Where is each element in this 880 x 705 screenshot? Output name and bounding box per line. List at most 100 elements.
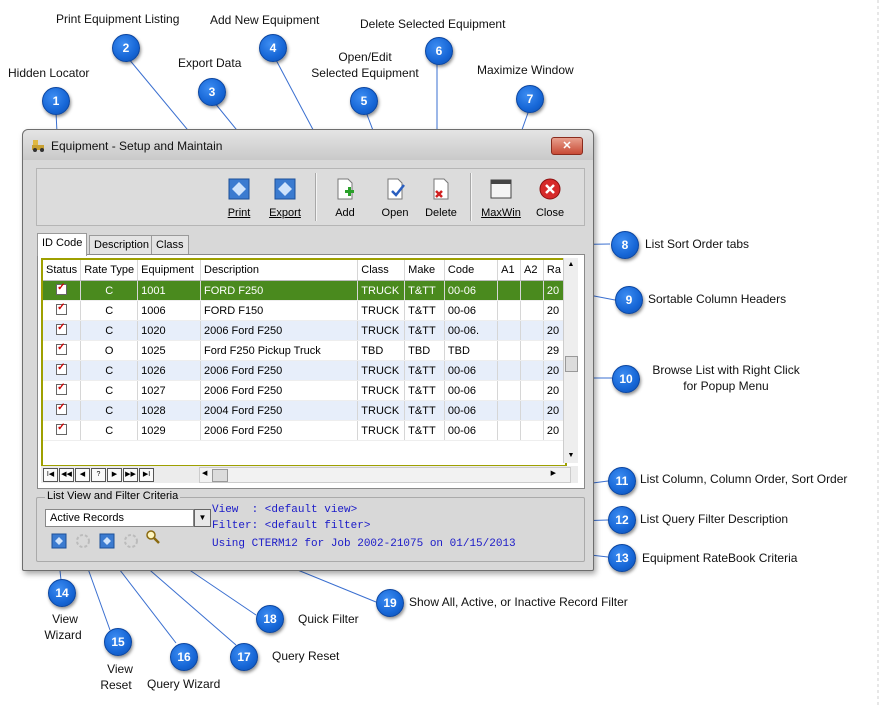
print-button[interactable]: Print [217, 173, 261, 221]
cell-description: FORD F250 [200, 280, 359, 301]
tab-id-code[interactable]: ID Code [37, 233, 88, 256]
cell-make: T&TT [404, 360, 445, 381]
query-wizard-icon[interactable] [99, 533, 115, 549]
status-checkbox[interactable] [56, 422, 68, 435]
cell-a1 [497, 420, 521, 441]
cell-a1 [497, 300, 521, 321]
status-checkbox[interactable] [56, 382, 68, 395]
horizontal-scrollbar[interactable]: ◀ ▶ [199, 467, 571, 483]
tab-class[interactable]: Class [151, 235, 189, 255]
cell-ra: 20 [543, 320, 566, 341]
table-row[interactable]: C1001FORD F250TRUCKT&TT00-06 20 [43, 280, 566, 301]
callout-17-badge: 17 [230, 643, 258, 671]
locate-button[interactable]: ? [91, 468, 106, 482]
view-wizard-icon[interactable] [51, 533, 67, 549]
export-label: Export [269, 207, 301, 219]
cell-code: 00-06 [444, 280, 499, 301]
col-header-status[interactable]: Status [43, 260, 82, 281]
close-button[interactable]: Close [528, 173, 572, 221]
horizontal-scroll-thumb[interactable] [212, 469, 228, 482]
open-button[interactable]: Open [373, 173, 417, 221]
quick-filter-search-icon[interactable] [145, 529, 161, 545]
callout-14-label-line1: View [52, 612, 78, 626]
table-row[interactable]: O1025Ford F250 Pickup TruckTBDTBDTBD29 [43, 340, 566, 361]
cell-status [43, 320, 82, 341]
scroll-left-arrow-icon[interactable]: ◀ [202, 469, 207, 477]
callout-13-label: Equipment RateBook Criteria [642, 551, 798, 565]
scroll-down-arrow-icon[interactable]: ▼ [564, 449, 578, 463]
last-record-button[interactable]: ▶I [139, 468, 154, 482]
next-record-button[interactable]: ▶ [107, 468, 122, 482]
vertical-scroll-thumb[interactable] [565, 356, 578, 372]
status-checkbox[interactable] [56, 282, 68, 295]
tab-description[interactable]: Description [89, 235, 155, 255]
callout-16-badge: 16 [170, 643, 198, 671]
status-checkbox[interactable] [56, 302, 68, 315]
table-row[interactable]: C10292006 Ford F250TRUCKT&TT00-06 20 [43, 420, 566, 441]
cell-rate-type: C [80, 400, 139, 421]
cell-a2 [520, 400, 544, 421]
status-checkbox[interactable] [56, 362, 68, 375]
chevron-down-icon[interactable]: ▼ [194, 509, 211, 527]
callout-5-label-line1: Open/Edit [338, 50, 392, 64]
callout-6-badge: 6 [425, 37, 453, 65]
status-checkbox[interactable] [56, 322, 68, 335]
export-icon [274, 178, 296, 200]
record-navigation-bar: I◀ ◀◀ ◀? ▶ ▶▶ ▶I ◀ ▶ [41, 466, 578, 483]
cell-equipment: 1006 [137, 300, 201, 321]
col-header-a2[interactable]: A2 [520, 260, 544, 281]
scroll-right-arrow-icon[interactable]: ▶ [551, 469, 556, 477]
scroll-up-arrow-icon[interactable]: ▲ [564, 258, 578, 272]
table-row[interactable]: C10282004 Ford F250TRUCKT&TT00-06 20 [43, 400, 566, 421]
list-view-filter-criteria: List View and Filter Criteria Active Rec… [36, 490, 585, 562]
callout-15-label-line1: View [107, 662, 133, 676]
col-header-rate-type[interactable]: Rate Type [80, 260, 139, 281]
vertical-scrollbar[interactable]: ▲ ▼ [563, 258, 578, 463]
equipment-browse-list[interactable]: Status Rate Type Equipment Description C… [37, 254, 585, 489]
table-row[interactable]: C1006FORD F150TRUCKT&TT00-06 20 [43, 300, 566, 321]
col-header-a1[interactable]: A1 [497, 260, 521, 281]
page-down-button[interactable]: ▶▶ [123, 468, 138, 482]
prior-record-button[interactable]: ◀ [75, 468, 90, 482]
callout-13-badge: 13 [608, 544, 636, 572]
col-header-equipment[interactable]: Equipment [137, 260, 201, 281]
cell-rate-type: C [80, 280, 139, 301]
window-close-button[interactable]: ✕ [551, 137, 583, 155]
delete-icon [433, 178, 449, 200]
add-button[interactable]: Add [323, 173, 367, 221]
cell-description: 2006 Ford F250 [200, 380, 359, 401]
col-header-ra[interactable]: Ra [543, 260, 566, 281]
status-checkbox[interactable] [56, 402, 68, 415]
col-header-description[interactable]: Description [200, 260, 359, 281]
title-bar[interactable]: Equipment - Setup and Maintain ✕ [23, 130, 593, 160]
cell-ra: 20 [543, 400, 566, 421]
col-header-class[interactable]: Class [357, 260, 406, 281]
status-checkbox[interactable] [56, 342, 68, 355]
cell-a2 [520, 340, 544, 361]
export-button[interactable]: Export [263, 173, 307, 221]
col-header-code[interactable]: Code [444, 260, 499, 281]
callout-15-label-line2: Reset [100, 678, 132, 692]
table-row[interactable]: C10202006 Ford F250TRUCKT&TT00-06. 20 [43, 320, 566, 341]
cell-class: TBD [357, 340, 406, 361]
maxwin-button[interactable]: MaxWin [479, 173, 523, 221]
window-title: Equipment - Setup and Maintain [51, 139, 223, 153]
record-filter-dropdown[interactable]: Active Records ▼ [45, 509, 211, 527]
cell-code: 00-06 [444, 420, 499, 441]
callout-18-label: Quick Filter [298, 612, 359, 626]
callout-10-label-line1: Browse List with Right Click [652, 363, 800, 377]
page-up-button[interactable]: ◀◀ [59, 468, 74, 482]
cell-code: 00-06 [444, 300, 499, 321]
callout-7-label: Maximize Window [477, 63, 574, 77]
col-header-make[interactable]: Make [404, 260, 445, 281]
first-record-button[interactable]: I◀ [43, 468, 58, 482]
query-reset-icon[interactable] [123, 533, 139, 549]
cell-equipment: 1001 [137, 280, 201, 301]
view-reset-icon[interactable] [75, 533, 91, 549]
equipment-table[interactable]: Status Rate Type Equipment Description C… [43, 260, 566, 441]
cell-status [43, 300, 82, 321]
delete-button[interactable]: Delete [419, 173, 463, 221]
table-row[interactable]: C10272006 Ford F250TRUCKT&TT00-06 20 [43, 380, 566, 401]
cell-ra: 29 [543, 340, 566, 361]
table-row[interactable]: C10262006 Ford F250TRUCKT&TT00-06 20 [43, 360, 566, 381]
